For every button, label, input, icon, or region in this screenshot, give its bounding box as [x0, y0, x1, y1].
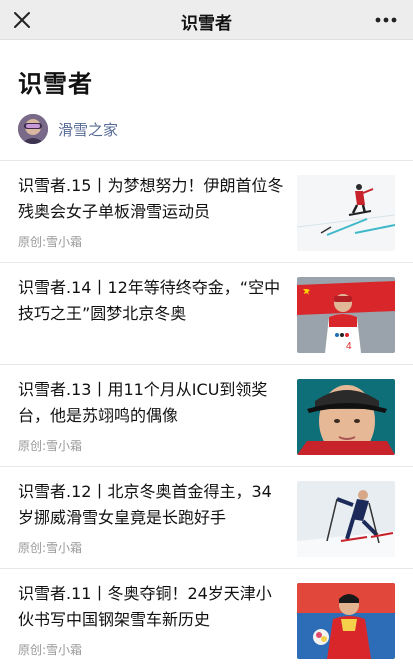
list-item[interactable]: 识雪者.14丨12年等待终夺金，“空中技巧之王”圆梦北京冬奥 4 [0, 263, 413, 365]
account-link[interactable]: 滑雪之家 [18, 112, 118, 146]
article-title[interactable]: 识雪者.11丨冬奥夺铜！24岁天津小伙书写中国钢架雪车新历史 [18, 581, 286, 633]
article-thumbnail[interactable] [297, 379, 395, 455]
list-item[interactable]: 识雪者.15丨为梦想努力！伊朗首位冬残奥会女子单板滑雪运动员 原创:雪小霜 [0, 161, 413, 263]
article-thumbnail[interactable] [297, 583, 395, 659]
article-author: 原创:雪小霜 [18, 643, 83, 657]
more-dots-icon[interactable] [373, 10, 399, 30]
article-author: 原创:雪小霜 [18, 235, 83, 249]
article-title[interactable]: 识雪者.14丨12年等待终夺金，“空中技巧之王”圆梦北京冬奥 [18, 275, 286, 327]
list-item[interactable]: 识雪者.11丨冬奥夺铜！24岁天津小伙书写中国钢架雪车新历史 原创:雪小霜 [0, 569, 413, 670]
article-thumbnail[interactable] [297, 175, 395, 251]
list-item[interactable]: 识雪者.13丨用11个月从ICU到领奖台，他是苏翊鸣的偶像 原创:雪小霜 [0, 365, 413, 467]
article-thumbnail[interactable] [297, 481, 395, 557]
article-title[interactable]: 识雪者.13丨用11个月从ICU到领奖台，他是苏翊鸣的偶像 [18, 377, 286, 429]
article-thumbnail[interactable]: 4 [297, 277, 395, 353]
article-author: 原创:雪小霜 [18, 541, 83, 555]
account-name[interactable]: 滑雪之家 [58, 119, 118, 140]
nav-bar: 识雪者 [0, 0, 413, 40]
article-title[interactable]: 识雪者.12丨北京冬奥首金得主，34岁挪威滑雪女皇竟是长跑好手 [18, 479, 286, 531]
page-title: 识雪者 [18, 70, 93, 98]
nav-title: 识雪者 [181, 14, 232, 34]
article-title[interactable]: 识雪者.15丨为梦想努力！伊朗首位冬残奥会女子单板滑雪运动员 [18, 173, 286, 225]
article-list: 识雪者.15丨为梦想努力！伊朗首位冬残奥会女子单板滑雪运动员 原创:雪小霜 识雪… [0, 161, 413, 670]
avatar[interactable] [18, 114, 48, 144]
article-author: 原创:雪小霜 [18, 439, 83, 453]
list-item[interactable]: 识雪者.12丨北京冬奥首金得主，34岁挪威滑雪女皇竟是长跑好手 原创:雪小霜 [0, 467, 413, 569]
svg-text:4: 4 [346, 341, 352, 352]
